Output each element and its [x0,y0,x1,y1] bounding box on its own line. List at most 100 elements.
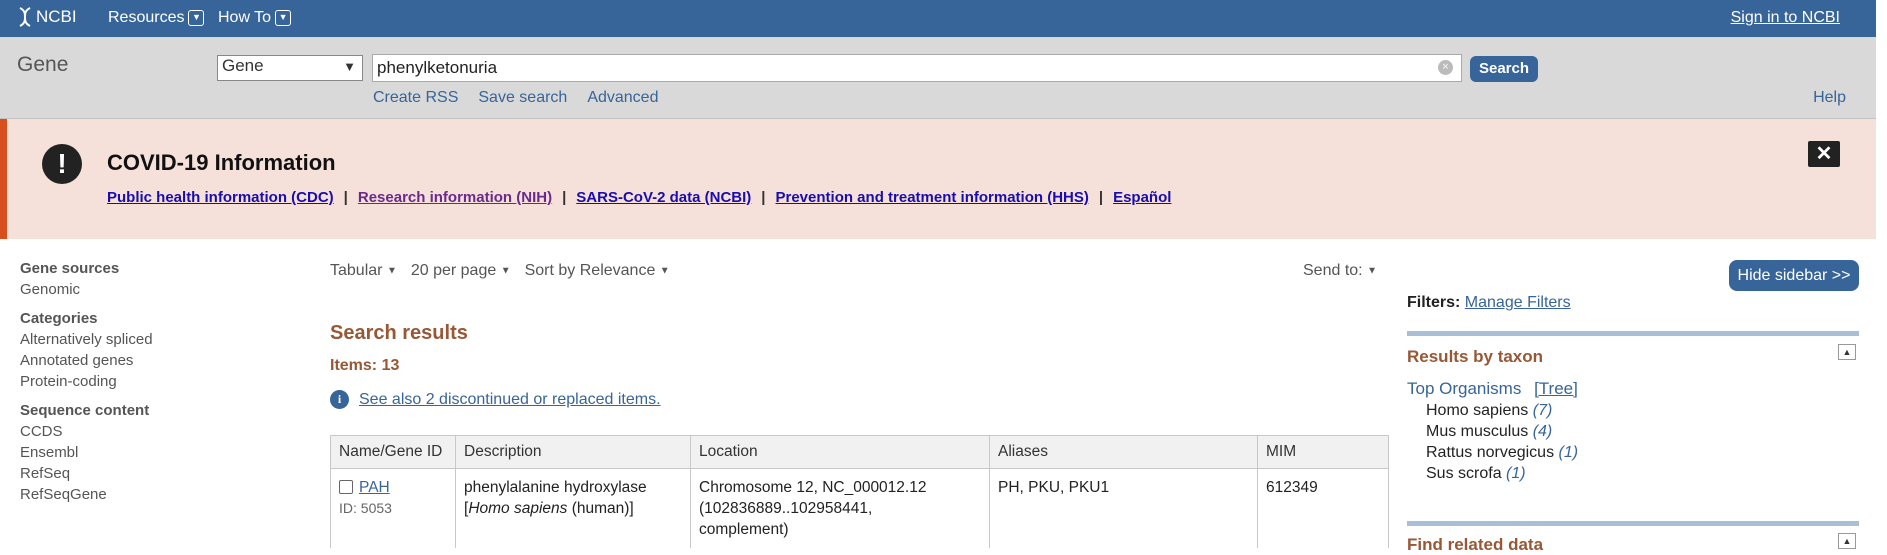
gene-id: ID: 5053 [339,500,392,516]
top-navbar: NCBI Resources ▼ How To ▼ Sign in to NCB… [0,0,1876,37]
ncbi-data-link[interactable]: SARS-CoV-2 data (NCBI) [576,189,751,206]
filter-item[interactable]: Ensembl [20,444,310,461]
column-header-location[interactable]: Location [690,435,990,469]
items-count: Items: 13 [330,357,400,374]
species-name: Homo sapiens [468,500,568,517]
organism-item[interactable]: Mus musculus (4) [1426,423,1578,444]
separator: | [761,189,766,206]
resources-menu[interactable]: Resources ▼ [108,9,205,27]
column-header-aliases[interactable]: Aliases [989,435,1258,469]
filter-item[interactable]: Protein-coding [20,373,310,390]
separator: | [562,189,567,206]
table-header-row: Name/Gene ID Description Location Aliase… [330,435,1389,469]
description-suffix: (human)] [567,500,634,517]
panel-divider [1407,331,1859,336]
filters-label: Filters: [1407,294,1461,311]
covid-title: COVID-19 Information [107,150,336,175]
see-also: i See also 2 discontinued or replaced it… [330,390,661,409]
search-term: phenylketonuria [377,58,498,77]
filter-item[interactable]: RefSeqGene [20,486,310,503]
top-organisms-label[interactable]: Top Organisms [1407,379,1521,398]
aliases-cell: PH, PKU, PKU1 [989,468,1258,548]
filter-item[interactable]: Genomic [20,281,310,298]
database-title: Gene [17,53,69,76]
organism-item[interactable]: Rattus norvegicus (1) [1426,444,1578,465]
organism-item[interactable]: Sus scrofa (1) [1426,465,1578,486]
clear-search-icon[interactable]: × [1438,60,1453,75]
column-header-name[interactable]: Name/Gene ID [330,435,456,469]
create-rss-link[interactable]: Create RSS [373,89,458,107]
format-label: Tabular [330,262,383,279]
organism-count: (4) [1532,423,1553,440]
mim-cell: 612349 [1257,468,1389,548]
ncbi-logo[interactable]: NCBI [18,7,77,27]
location-cell: Chromosome 12, NC_000012.12 (102836889..… [690,468,990,548]
info-icon: i [330,390,349,409]
row-checkbox[interactable] [339,480,353,494]
send-to-dropdown[interactable]: Send to: ▼ [1303,262,1377,280]
column-header-description[interactable]: Description [455,435,691,469]
filter-item[interactable]: Alternatively spliced [20,331,310,348]
location-line: Chromosome 12, NC_000012.12 [699,479,927,496]
see-also-link[interactable]: See also 2 discontinued or replaced item… [359,391,661,409]
close-banner-button[interactable]: ✕ [1808,141,1840,167]
dna-helix-icon [19,7,31,27]
tree-link[interactable]: [Tree] [1534,379,1578,398]
description-cell: phenylalanine hydroxylase [Homo sapiens … [455,468,691,548]
manage-filters-link[interactable]: Manage Filters [1465,294,1571,311]
name-cell: PAH ID: 5053 [330,468,456,548]
panel-divider [1407,521,1859,526]
find-related-data-title: Find related data [1407,535,1544,554]
organism-name: Homo sapiens [1426,402,1529,419]
gene-link[interactable]: PAH [359,479,390,496]
location-line: (102836889..102958441, [699,500,873,517]
organism-count: (1) [1558,444,1579,461]
separator: | [1098,189,1104,206]
filter-item[interactable]: CCDS [20,423,310,440]
collapse-icon[interactable]: ▲ [1838,344,1856,360]
caret-down-icon: ▼ [1367,265,1377,277]
top-organisms: Top Organisms [Tree] [1407,379,1578,399]
organism-name: Rattus norvegicus [1426,444,1555,461]
filter-heading-gene-sources: Gene sources [20,260,120,277]
espanol-link[interactable]: Español [1113,189,1171,206]
organism-list: Homo sapiens (7) Mus musculus (4) Rattus… [1426,402,1578,486]
nih-link[interactable]: Research information (NIH) [358,189,552,206]
results-title: Search results [330,322,468,344]
results-by-taxon-title: Results by taxon [1407,347,1544,366]
left-filters: Gene sources Genomic Categories Alternat… [20,260,310,503]
per-page-dropdown[interactable]: 20 per page ▼ [411,262,511,280]
hhs-link[interactable]: Prevention and treatment information (HH… [776,189,1089,206]
send-to-label: Send to: [1303,262,1363,279]
sort-label: Sort by Relevance [524,262,656,279]
filter-heading-sequence-content: Sequence content [20,402,150,419]
search-input[interactable]: phenylketonuria × [372,54,1462,82]
filter-item[interactable]: RefSeq [20,465,310,482]
column-header-mim[interactable]: MIM [1257,435,1389,469]
resources-menu-label: Resources [108,9,185,26]
collapse-icon[interactable]: ▲ [1838,533,1856,549]
organism-count: (1) [1506,465,1526,482]
results-table: Name/Gene ID Description Location Aliase… [330,435,1389,548]
sign-in-link[interactable]: Sign in to NCBI [1731,9,1840,27]
search-button[interactable]: Search [1470,56,1538,82]
advanced-search-link[interactable]: Advanced [587,89,658,107]
howto-menu[interactable]: How To ▼ [218,9,292,27]
cdc-link[interactable]: Public health information (CDC) [107,189,334,206]
hide-sidebar-button[interactable]: Hide sidebar >> [1729,260,1859,291]
exclamation-icon: ! [42,144,82,184]
howto-menu-label: How To [218,9,272,26]
format-dropdown[interactable]: Tabular ▼ [330,262,397,280]
database-select[interactable]: Gene ▼ [217,55,363,81]
organism-item[interactable]: Homo sapiens (7) [1426,402,1578,423]
organism-name: Mus musculus [1426,423,1529,440]
search-bar: Gene Gene ▼ phenylketonuria × Search Cre… [0,37,1876,119]
sort-dropdown[interactable]: Sort by Relevance ▼ [525,262,670,280]
display-controls: Tabular ▼ 20 per page ▼ Sort by Relevanc… [330,262,670,280]
separator: | [343,189,348,206]
help-link[interactable]: Help [1813,89,1846,107]
save-search-link[interactable]: Save search [478,89,567,107]
chevron-down-icon: ▼ [343,59,356,74]
organism-count: (7) [1532,402,1553,419]
filter-item[interactable]: Annotated genes [20,352,310,369]
